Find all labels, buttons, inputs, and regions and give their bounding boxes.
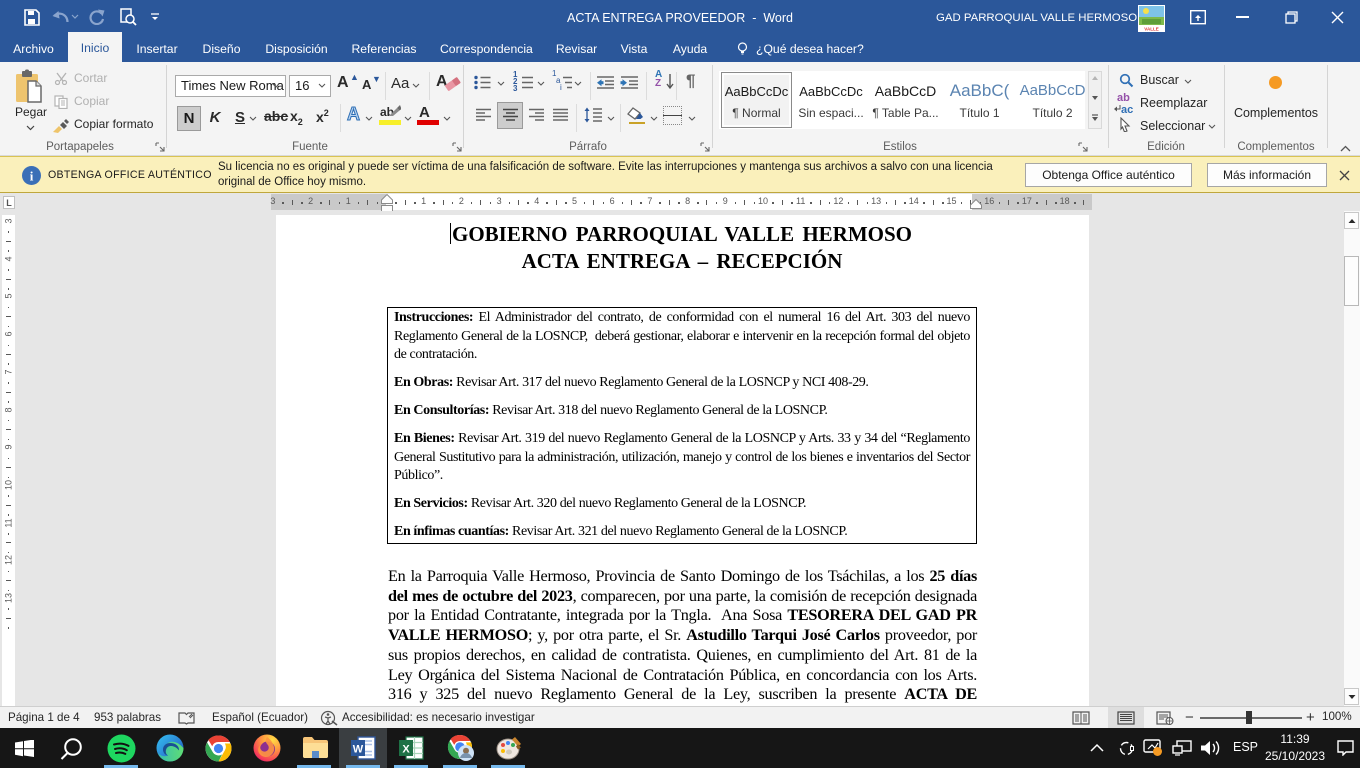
svg-text:i: i — [30, 169, 34, 184]
svg-text:VALLE: VALLE — [1144, 27, 1158, 32]
